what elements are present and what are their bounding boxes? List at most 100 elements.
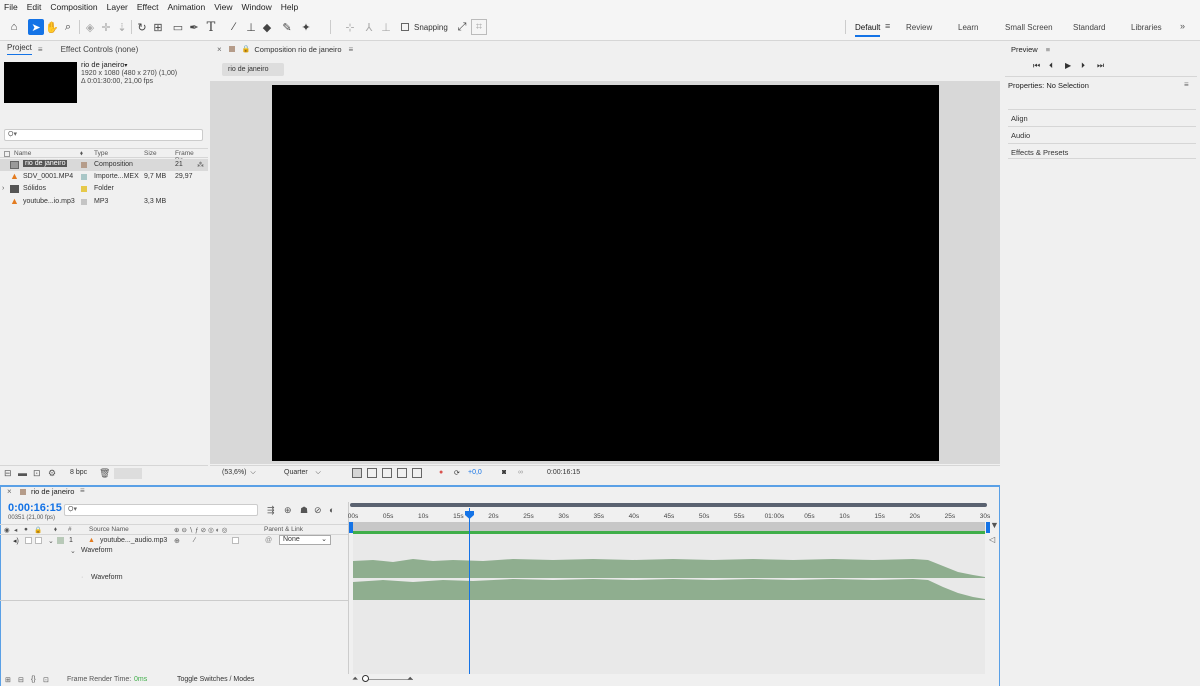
roto-brush-icon[interactable]: ✎ (279, 19, 295, 35)
brush-tool-icon[interactable]: ∕ (226, 19, 242, 35)
frame-blending-icon[interactable]: ⊘ (314, 505, 322, 516)
zoom-dropdown[interactable]: (53,6%) ⌵ (222, 469, 256, 477)
tab-composition[interactable]: Composition rio de janeiro (254, 45, 341, 54)
expand-transfer-controls-icon[interactable]: ⊟ (18, 676, 24, 684)
snapping-checkbox[interactable] (401, 23, 409, 31)
collapse-arrow-icon[interactable]: ⌄ (48, 537, 54, 545)
first-frame-icon[interactable]: ⏮ (1033, 61, 1040, 71)
shy-layers-icon[interactable]: ☗ (300, 505, 308, 516)
new-folder-icon[interactable]: ▬ (18, 468, 27, 478)
layer-name[interactable]: youtube..._audio.mp3 (100, 537, 167, 544)
local-axis-icon[interactable]: ⊹ (342, 19, 358, 35)
lock-icon[interactable]: 🔒 (242, 45, 251, 53)
audio-enabled-icon[interactable]: ◂) (13, 537, 19, 545)
playhead-line[interactable] (469, 508, 470, 674)
comp-button-icon[interactable]: ▼ (990, 520, 999, 530)
solo-checkbox[interactable] (25, 537, 32, 544)
exposure-reset-icon[interactable]: ⟳ (454, 469, 460, 477)
rotation-tool-icon[interactable]: ↻ (134, 19, 150, 35)
menu-file[interactable]: File (0, 2, 23, 12)
time-ruler[interactable]: 00s 05s 10s 15s 20s 25s 30s 35s 40s 45s 50s 55s 01:0… (348, 503, 990, 520)
text-tool-icon[interactable]: T (203, 19, 219, 35)
next-frame-icon[interactable]: ⏵ (1081, 61, 1085, 71)
resolution-dropdown[interactable]: Quarter ⌵ (284, 469, 321, 477)
new-composition-icon[interactable]: ⊡ (33, 468, 41, 479)
flowchart-icon[interactable]: ⁂ (197, 161, 204, 169)
composition-subtab[interactable]: rio de janeiro (222, 63, 284, 76)
shy-switch-icon[interactable]: ⊕ (174, 537, 180, 545)
hand-tool-icon[interactable]: ✋ (44, 19, 60, 35)
pan-camera-icon[interactable]: ✛ (98, 19, 114, 35)
menu-composition[interactable]: Composition (46, 2, 102, 12)
guides-icon[interactable] (412, 468, 422, 478)
rectangle-tool-icon[interactable]: ▭ (170, 19, 186, 35)
menu-help[interactable]: Help (277, 2, 303, 12)
pen-tool-icon[interactable]: ✒ (186, 19, 202, 35)
workspaces-overflow-icon[interactable]: » (1180, 21, 1185, 31)
view-axis-icon[interactable]: ⊥ (378, 19, 394, 35)
workspace-review[interactable]: Review (906, 23, 932, 32)
workspace-menu-icon[interactable]: ≡ (885, 21, 890, 31)
parent-dropdown[interactable]: None ⌄ (279, 535, 331, 545)
zoom-out-icon[interactable]: ⏶ (352, 674, 358, 684)
timeline-menu-icon[interactable]: ≡ (80, 486, 85, 495)
dolly-camera-icon[interactable]: ⇣ (114, 19, 130, 35)
project-item-solidos[interactable]: › Sólidos Folder (0, 183, 208, 195)
zoom-slider-knob[interactable] (362, 675, 369, 682)
menu-animation[interactable]: Animation (163, 2, 210, 12)
project-item-youtube-mp3[interactable]: ▲ youtube...io.mp3 MP3 3,3 MB (0, 196, 208, 208)
column-size[interactable]: Size (144, 150, 157, 157)
eraser-tool-icon[interactable]: ◆ (259, 19, 275, 35)
menu-view[interactable]: View (210, 2, 237, 12)
transparency-grid-icon[interactable] (367, 468, 377, 478)
workspace-standard[interactable]: Standard (1073, 23, 1105, 32)
close-tab-icon[interactable]: × (217, 45, 222, 54)
timeline-comp-tab[interactable]: rio de janeiro (31, 487, 74, 496)
quality-switch-icon[interactable]: ∕ (194, 537, 195, 544)
previous-frame-icon[interactable]: ⏴ (1049, 61, 1053, 71)
zoom-tool-icon[interactable]: ⌕ (60, 19, 76, 35)
snapshot-icon[interactable]: ◙ (502, 469, 506, 476)
clone-stamp-icon[interactable]: ⊥ (243, 19, 259, 35)
video-switch-icon[interactable]: ◉ (4, 526, 10, 534)
expand-layer-switches-icon[interactable]: ⊞ (5, 676, 11, 684)
tab-effect-controls[interactable]: Effect Controls (none) (61, 45, 139, 54)
mask-visibility-icon[interactable] (382, 468, 392, 478)
effect-switch-box[interactable] (232, 537, 239, 544)
fast-preview-icon[interactable] (352, 468, 362, 478)
current-time-display[interactable]: 0:00:16:15 (547, 469, 580, 476)
menu-window[interactable]: Window (238, 2, 277, 12)
world-axis-icon[interactable]: ⅄ (361, 19, 377, 35)
trash-icon[interactable]: 🗑 (99, 468, 110, 479)
color-channels-icon[interactable]: ● (439, 469, 443, 476)
menu-edit[interactable]: Edit (23, 2, 47, 12)
zoom-in-icon[interactable]: ⏶ (407, 674, 413, 684)
solo-switch-icon[interactable]: ● (24, 526, 28, 533)
timeline-current-time[interactable]: 0:00:16:15 (8, 502, 62, 514)
layer-switches-icons[interactable]: ⊕⊖∖ƒ⊘◎◐◎ (174, 526, 229, 534)
audio-switch-icon[interactable]: ◂ (14, 526, 17, 534)
adjust-settings-icon[interactable]: ⚙ (48, 468, 56, 479)
anchor-tool-icon[interactable]: ⊞ (150, 19, 166, 35)
zoom-slider[interactable] (363, 679, 413, 680)
interpret-footage-icon[interactable]: ⊟ (4, 468, 12, 479)
timeline-search-input[interactable]: Ọ▾ (64, 504, 258, 516)
column-source-name[interactable]: Source Name (89, 526, 129, 533)
properties-menu-icon[interactable]: ≡ (1184, 80, 1189, 89)
render-time-icon[interactable]: ⊡ (43, 676, 49, 684)
composition-menu-icon[interactable]: ≡ (349, 45, 354, 54)
exposure-value[interactable]: +0,0 (468, 469, 482, 476)
selection-tool-icon[interactable]: ➤ (28, 19, 44, 35)
preview-menu-icon[interactable]: ≡ (1046, 45, 1050, 54)
waveform-group-row[interactable]: ⌄ Waveform (0, 546, 348, 557)
show-snapshot-icon[interactable]: ∞ (518, 469, 523, 476)
snap-features-icon[interactable]: ⌗ (471, 19, 487, 35)
expand-in-out-icon[interactable]: {} (31, 676, 36, 683)
draft-3d-icon[interactable]: ⊕ (284, 505, 292, 516)
column-name[interactable]: Name (14, 150, 31, 157)
expand-arrow-icon[interactable]: › (2, 185, 4, 192)
composition-canvas[interactable] (272, 85, 939, 461)
snap-edges-icon[interactable]: ⤢ (454, 19, 470, 35)
region-of-interest-icon[interactable] (397, 468, 407, 478)
motion-blur-icon[interactable]: ◐ (329, 505, 334, 515)
